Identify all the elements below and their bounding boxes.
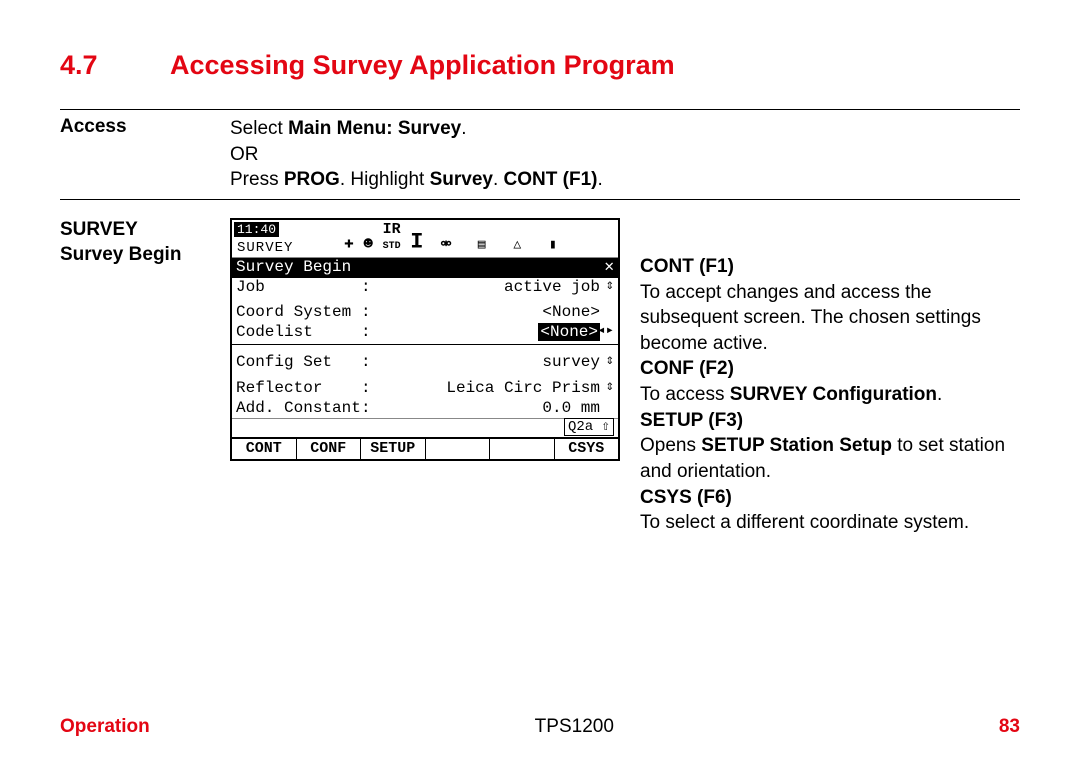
main-row: SURVEY Survey Begin 11:40 SURVEY ✚ ☻ IR … — [60, 218, 1020, 536]
close-icon: ✕ — [604, 259, 614, 277]
device-screen: 11:40 SURVEY ✚ ☻ IR STD I ⚮ ▤ △ ▮ — [230, 218, 620, 536]
access-row: Access Select Main Menu: Survey. OR Pres… — [60, 116, 1020, 193]
desc-csys-title: CSYS (F6) — [640, 485, 1020, 511]
footer-center: TPS1200 — [535, 716, 614, 738]
softkey-f1[interactable]: CONT — [232, 439, 297, 460]
access-content: Select Main Menu: Survey. OR Press PROG.… — [230, 116, 1020, 193]
battery-icon: ▮ — [540, 238, 566, 252]
softkey-descriptions: CONT (F1) To accept changes and access t… — [640, 218, 1020, 536]
desc-setup-title: SETUP (F3) — [640, 408, 1020, 434]
bell-icon: △ — [504, 238, 530, 252]
desc-conf-body: To access SURVEY Configuration. — [640, 382, 1020, 408]
lcd-softkeys: CONT CONF SETUP CSYS — [232, 437, 618, 460]
face-icon: ☻ — [363, 235, 373, 253]
section-heading: 4.7Accessing Survey Application Program — [60, 50, 1020, 81]
section-title: Accessing Survey Application Program — [170, 50, 675, 80]
lcd-row-job: Job: active job⇕ — [232, 278, 618, 298]
lcd-title: Survey Begin ✕ — [232, 258, 618, 278]
desc-conf-title: CONF (F2) — [640, 356, 1020, 382]
lcd-row-reflector: Reflector: Leica Circ Prism⇕ — [232, 379, 618, 399]
footer-left: Operation — [60, 716, 150, 738]
desc-csys-body: To select a different coordinate system. — [640, 510, 1020, 536]
footer-right: 83 — [999, 716, 1020, 738]
softkey-f6[interactable]: CSYS — [555, 439, 619, 460]
section-number: 4.7 — [60, 50, 170, 81]
access-label: Access — [60, 116, 230, 193]
updown-icon: ⇕ — [606, 279, 614, 294]
desc-cont-body: To accept changes and access the subsequ… — [640, 280, 1020, 357]
desc-setup-body: Opens SETUP Station Setup to set station… — [640, 433, 1020, 484]
divider — [60, 109, 1020, 110]
survey-label: SURVEY Survey Begin — [60, 218, 230, 536]
updown-icon: ⇕ — [606, 354, 614, 369]
softkey-f5[interactable] — [490, 439, 555, 460]
bt-icon: ⚮ — [433, 238, 459, 252]
lcd-mode: SURVEY — [234, 240, 293, 256]
plus-icon: ✚ — [344, 235, 354, 253]
page-footer: Operation TPS1200 83 — [60, 716, 1020, 738]
desc-cont-title: CONT (F1) — [640, 254, 1020, 280]
lcd-status: Q2a ⇧ — [232, 418, 618, 436]
lcd-row-codelist: Codelist: <None>◂▸ — [232, 323, 618, 343]
lcd-row-coordsys: Coord System: <None> — [232, 303, 618, 323]
divider — [60, 199, 1020, 200]
leftright-icon: ◂▸ — [597, 324, 614, 339]
updown-icon: ⇕ — [606, 380, 614, 395]
softkey-f3[interactable]: SETUP — [361, 439, 426, 460]
softkey-f2[interactable]: CONF — [297, 439, 362, 460]
lcd-row-configset: Config Set: survey⇕ — [232, 353, 618, 373]
lcd-statusbar: 11:40 SURVEY ✚ ☻ IR STD I ⚮ ▤ △ ▮ — [232, 220, 618, 258]
card-icon: ▤ — [469, 238, 495, 252]
lcd-row-addconst: Add. Constant: 0.0 mm — [232, 399, 618, 419]
softkey-f4[interactable] — [426, 439, 491, 460]
lcd-time: 11:40 — [234, 222, 279, 237]
